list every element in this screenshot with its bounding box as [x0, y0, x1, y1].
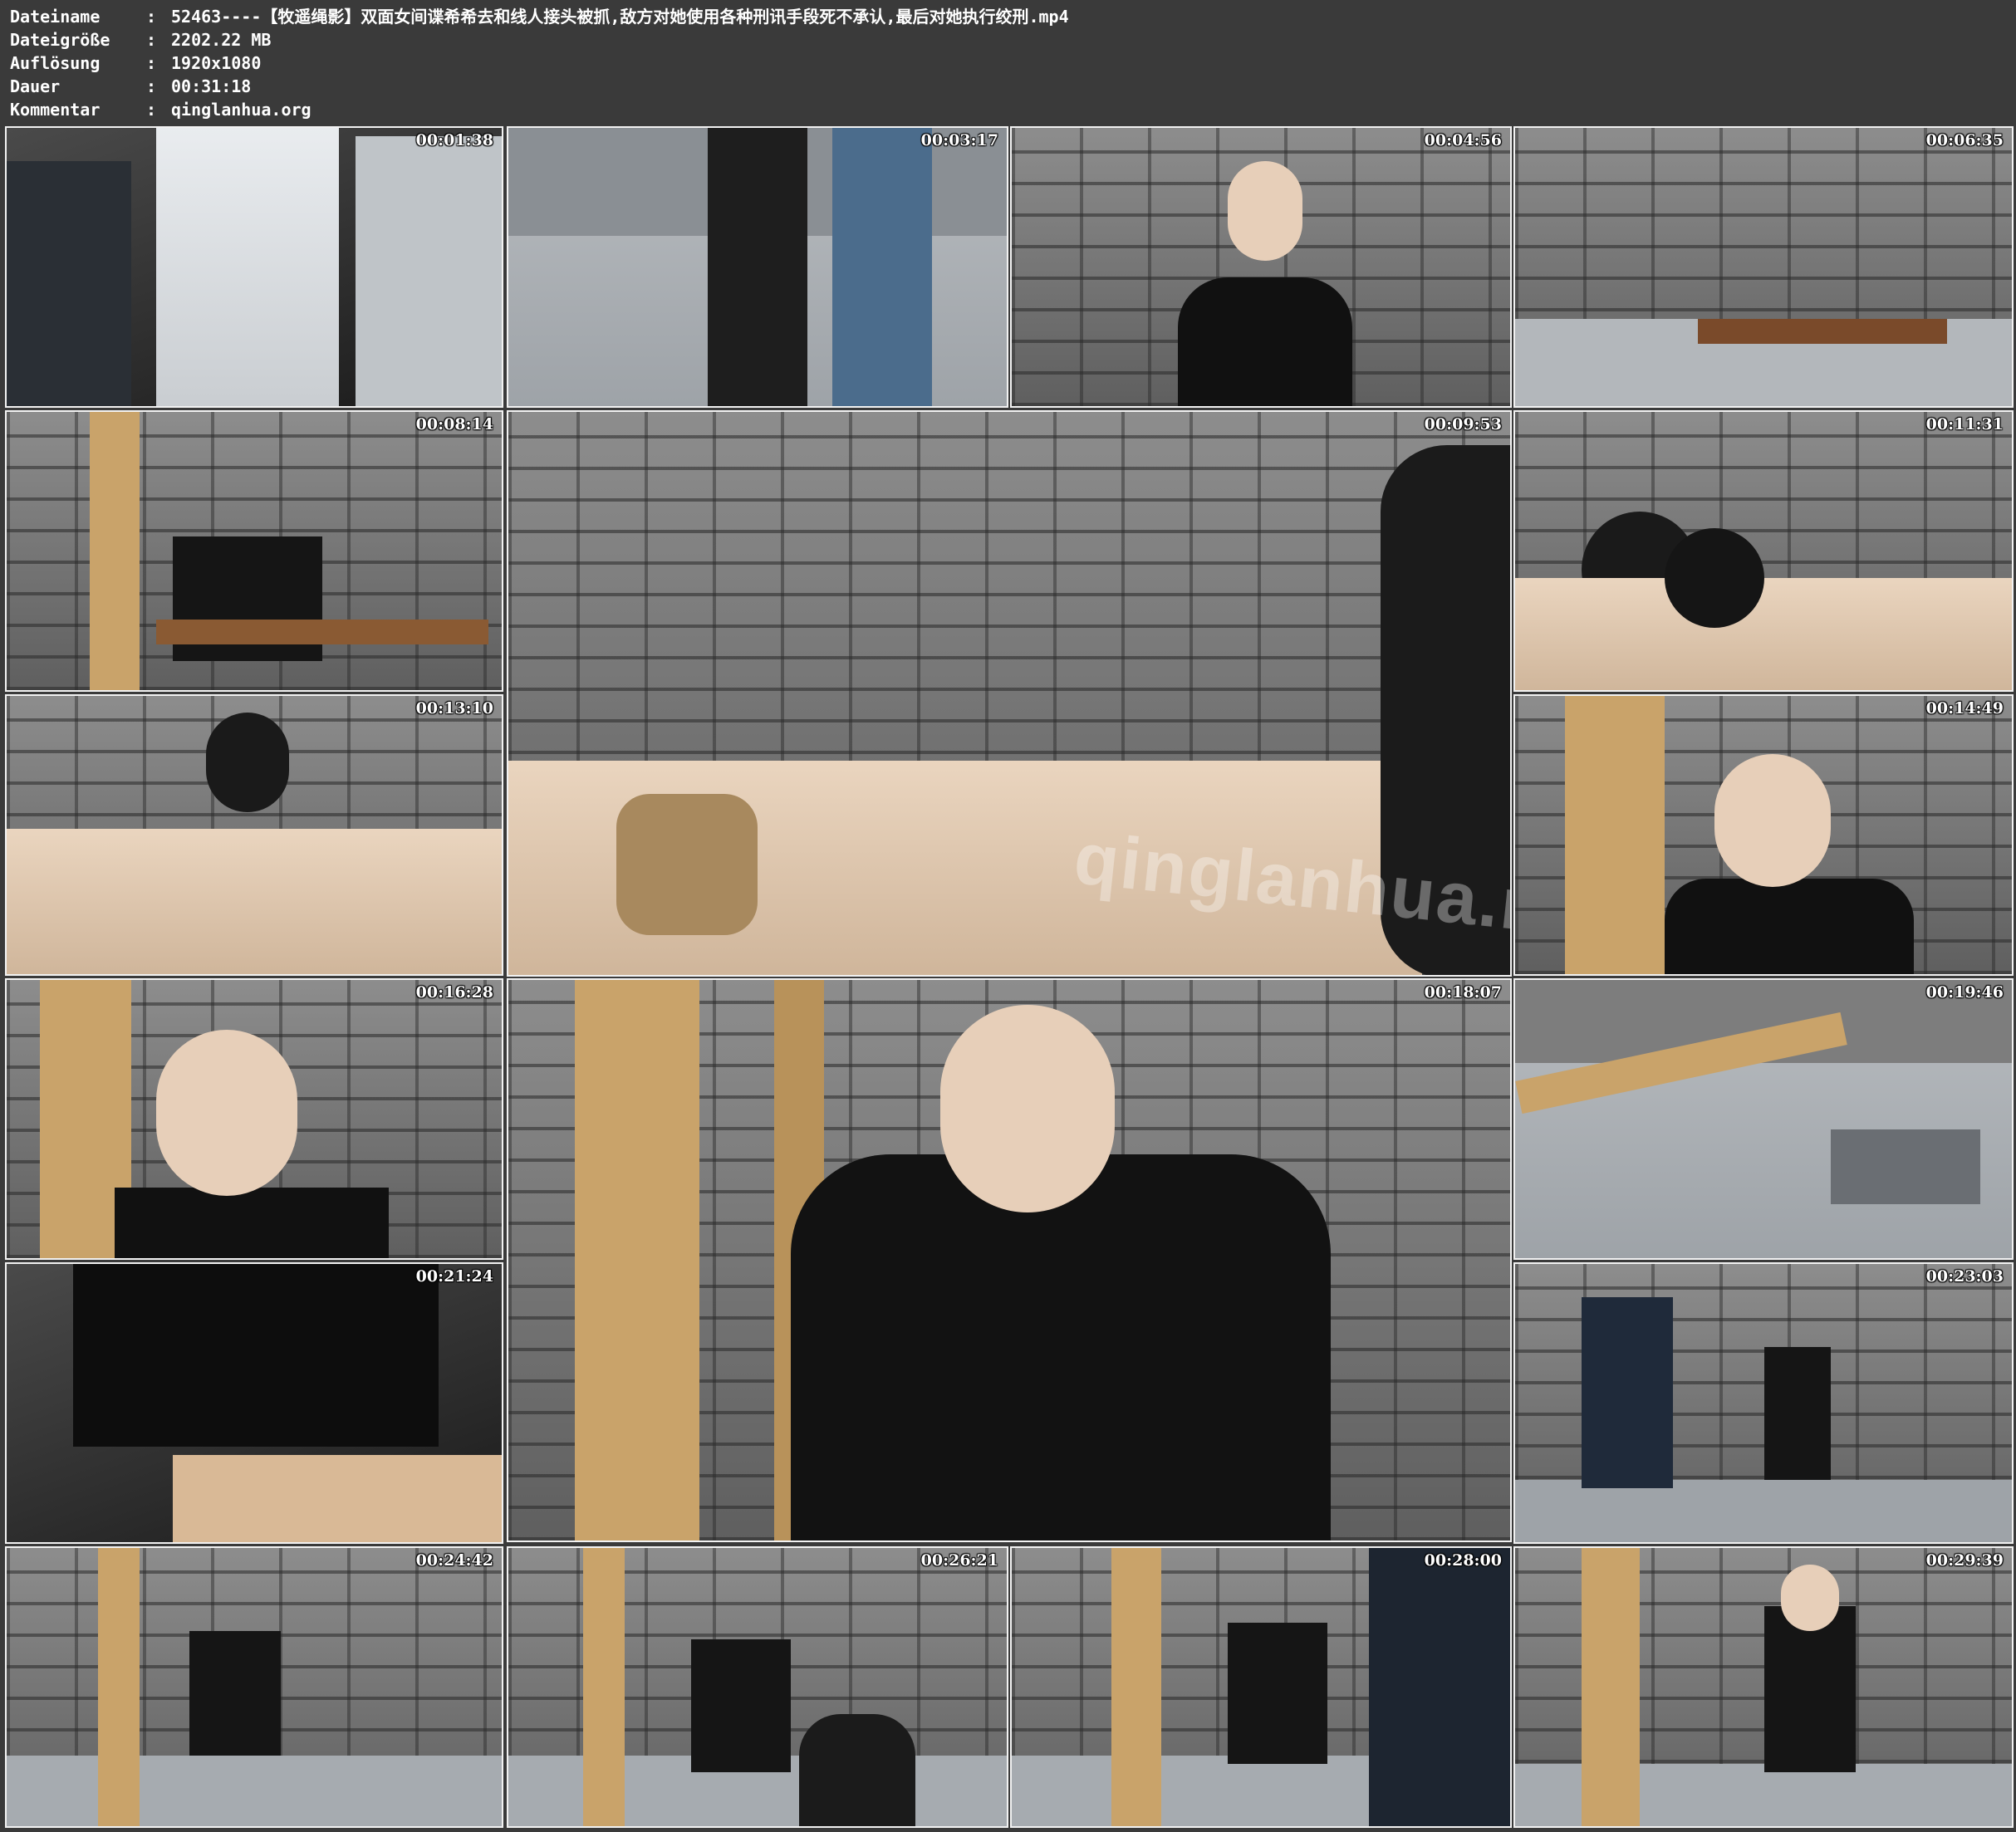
info-separator: : [146, 100, 157, 120]
thumbnail-timestamp: 00:01:38 [415, 131, 493, 149]
thumbnail-timestamp: 00:21:24 [415, 1267, 493, 1286]
thumbnail-timestamp: 00:03:17 [920, 131, 998, 149]
video-thumbnail[interactable]: 00:13:10 [5, 694, 503, 976]
thumbnail-timestamp: 00:16:28 [415, 983, 493, 1002]
info-key: Dateiname [10, 7, 101, 27]
thumbnail-timestamp: 00:26:21 [920, 1551, 998, 1570]
video-thumbnail[interactable]: 00:23:03 [1513, 1262, 2014, 1544]
thumbnail-timestamp: 00:19:46 [1925, 983, 2004, 1002]
info-separator: : [146, 7, 157, 27]
video-thumbnail[interactable]: 00:04:56 [1010, 126, 1512, 408]
video-thumbnail[interactable]: 00:09:53 qinglanhua.net [507, 410, 1512, 977]
info-row-duration: Dauer:00:31:18 [10, 75, 1069, 98]
video-thumbnail[interactable]: 00:19:46 [1513, 978, 2014, 1260]
video-thumbnail[interactable]: 00:28:00 [1010, 1546, 1512, 1828]
thumbnail-timestamp: 00:06:35 [1925, 131, 2004, 149]
info-value-filesize: 2202.22 MB [171, 30, 272, 50]
thumbnail-timestamp: 00:18:07 [1424, 983, 1502, 1002]
info-key: Auflösung [10, 53, 101, 73]
info-separator: : [146, 76, 157, 96]
video-thumbnail[interactable]: 00:29:39 [1513, 1546, 2014, 1828]
thumbnail-timestamp: 00:28:00 [1424, 1551, 1502, 1570]
video-thumbnail[interactable]: 00:21:24 [5, 1262, 503, 1544]
info-key: Kommentar [10, 100, 101, 120]
thumbnail-timestamp: 00:08:14 [415, 415, 493, 434]
file-info-panel: Dateiname:52463----【牧遥绳影】双面女间谍希希去和线人接头被抓… [10, 5, 1069, 121]
thumbnail-timestamp: 00:23:03 [1925, 1267, 2004, 1286]
thumbnail-timestamp: 00:09:53 [1424, 415, 1502, 434]
info-row-filesize: Dateigröße:2202.22 MB [10, 28, 1069, 51]
info-value-resolution: 1920x1080 [171, 53, 262, 73]
video-thumbnail[interactable]: 00:06:35 [1513, 126, 2014, 408]
info-row-filename: Dateiname:52463----【牧遥绳影】双面女间谍希希去和线人接头被抓… [10, 5, 1069, 28]
thumbnail-timestamp: 00:24:42 [415, 1551, 493, 1570]
video-thumbnail[interactable]: 00:26:21 [507, 1546, 1008, 1828]
thumbnail-timestamp: 00:29:39 [1925, 1551, 2004, 1570]
thumbnail-timestamp: 00:04:56 [1424, 131, 1502, 149]
thumbnail-timestamp: 00:13:10 [415, 699, 493, 718]
info-value-comment: qinglanhua.org [171, 100, 311, 120]
video-thumbnail[interactable]: 00:03:17 [507, 126, 1008, 408]
video-thumbnail[interactable]: 00:11:31 [1513, 410, 2014, 692]
thumbnail-timestamp: 00:11:31 [1925, 415, 2004, 434]
info-value-duration: 00:31:18 [171, 76, 252, 96]
video-thumbnail[interactable]: 00:08:14 [5, 410, 503, 692]
video-thumbnail[interactable]: 00:24:42 [5, 1546, 503, 1828]
thumbnail-timestamp: 00:14:49 [1925, 699, 2004, 718]
info-value-filename: 52463----【牧遥绳影】双面女间谍希希去和线人接头被抓,敌方对她使用各种刑… [171, 7, 1069, 27]
video-thumbnail[interactable]: 00:14:49 [1513, 694, 2014, 976]
info-row-comment: Kommentar: qinglanhua.org [10, 98, 1069, 121]
video-thumbnail[interactable]: 00:01:38 [5, 126, 503, 408]
info-key: Dateigröße [10, 30, 110, 50]
info-key: Dauer [10, 76, 61, 96]
info-separator: : [146, 30, 157, 50]
video-thumbnail[interactable]: 00:18:07 [507, 978, 1512, 1542]
info-separator: : [146, 53, 157, 73]
info-row-resolution: Auflösung:1920x1080 [10, 51, 1069, 75]
video-thumbnail[interactable]: 00:16:28 [5, 978, 503, 1260]
